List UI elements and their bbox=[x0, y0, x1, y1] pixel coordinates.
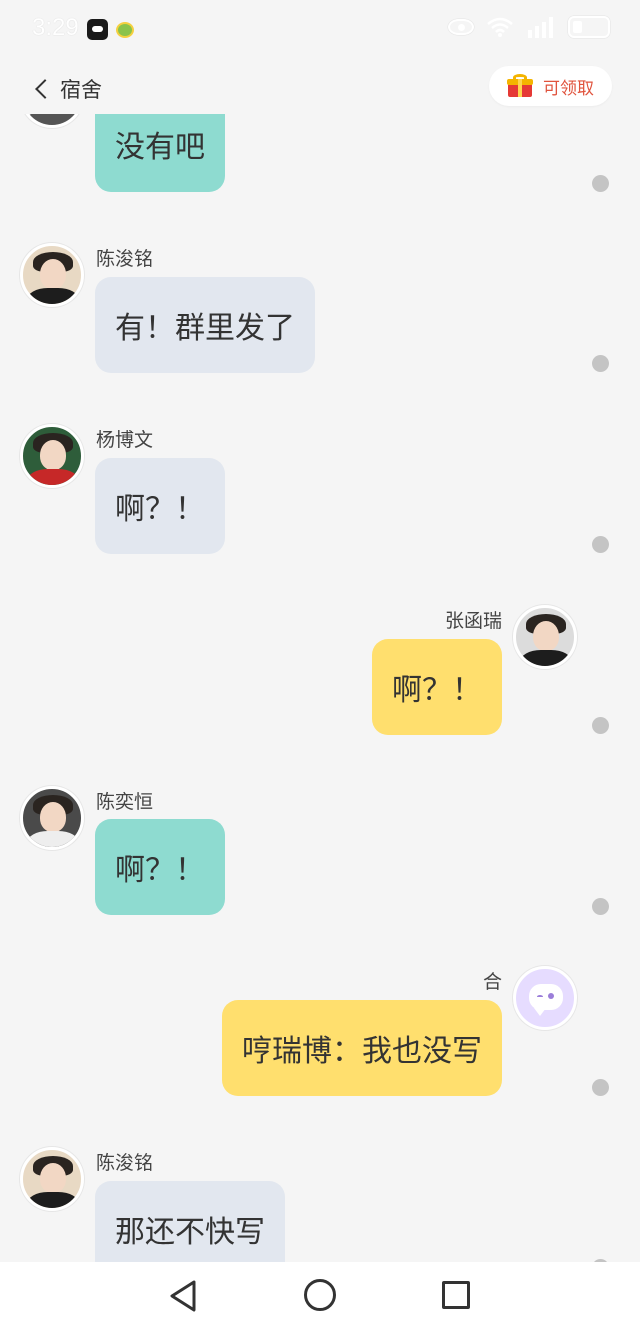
avatar[interactable] bbox=[20, 786, 84, 850]
eye-icon bbox=[448, 19, 474, 35]
avatar[interactable] bbox=[513, 605, 577, 669]
narrator-avatar[interactable] bbox=[513, 966, 577, 1030]
message-status-dot bbox=[592, 536, 609, 553]
chat-header: 宿舍 可领取 bbox=[0, 60, 640, 114]
chat-bubble-icon bbox=[529, 984, 563, 1016]
avatar[interactable] bbox=[20, 424, 84, 488]
sender-name: 张函瑞 bbox=[444, 610, 502, 632]
message-bubble[interactable]: 那还不快写 bbox=[95, 1181, 285, 1262]
chevron-left-icon bbox=[35, 79, 55, 99]
sender-name: 陈奕恒 bbox=[96, 791, 154, 813]
message-bubble[interactable]: 没有吧 bbox=[95, 114, 225, 192]
message-bubble[interactable]: 啊？！ bbox=[372, 639, 502, 735]
chat-title: 宿舍 bbox=[60, 78, 102, 102]
message-bubble[interactable]: 哼瑞博：我也没写 bbox=[222, 1000, 502, 1096]
sender-name: 陈浚铭 bbox=[96, 1152, 154, 1174]
status-icons bbox=[448, 16, 610, 38]
avatar[interactable] bbox=[20, 114, 84, 128]
circle-home-icon[interactable] bbox=[304, 1279, 336, 1311]
sender-name: 杨博文 bbox=[96, 429, 154, 451]
wifi-icon bbox=[486, 16, 514, 38]
avatar[interactable] bbox=[20, 243, 84, 307]
message-bubble[interactable]: 啊？！ bbox=[95, 458, 225, 554]
battery-icon bbox=[568, 16, 610, 38]
sender-name: 陈浚铭 bbox=[96, 248, 154, 270]
message-status-dot bbox=[592, 1079, 609, 1096]
message-status-dot bbox=[592, 175, 609, 192]
back-button[interactable]: 宿舍 bbox=[34, 74, 102, 104]
chat-messages[interactable]: 没有吧 陈浚铭 有！群里发了 杨博文 啊？！ 张函瑞 啊？！ 陈奕恒 啊？！ 合… bbox=[0, 114, 640, 1262]
message-bubble[interactable]: 有！群里发了 bbox=[95, 277, 315, 373]
reward-label: 可领取 bbox=[543, 78, 594, 99]
avatar[interactable] bbox=[20, 1147, 84, 1211]
message-bubble[interactable]: 啊？！ bbox=[95, 819, 225, 915]
square-recent-icon[interactable] bbox=[442, 1281, 470, 1309]
app-badge-icon-2 bbox=[116, 22, 134, 38]
message-status-dot bbox=[592, 355, 609, 372]
system-nav-bar bbox=[0, 1262, 640, 1330]
status-time: 3:29 bbox=[32, 14, 79, 41]
status-bar: 3:29 bbox=[0, 0, 640, 60]
signal-icon bbox=[526, 16, 556, 38]
app-badge-icon bbox=[87, 19, 108, 40]
sender-name: 合 bbox=[482, 971, 502, 993]
message-status-dot bbox=[592, 898, 609, 915]
gift-icon bbox=[507, 74, 533, 97]
triangle-back-icon[interactable] bbox=[168, 1279, 198, 1317]
message-status-dot bbox=[592, 717, 609, 734]
reward-claim-button[interactable]: 可领取 bbox=[489, 66, 612, 106]
